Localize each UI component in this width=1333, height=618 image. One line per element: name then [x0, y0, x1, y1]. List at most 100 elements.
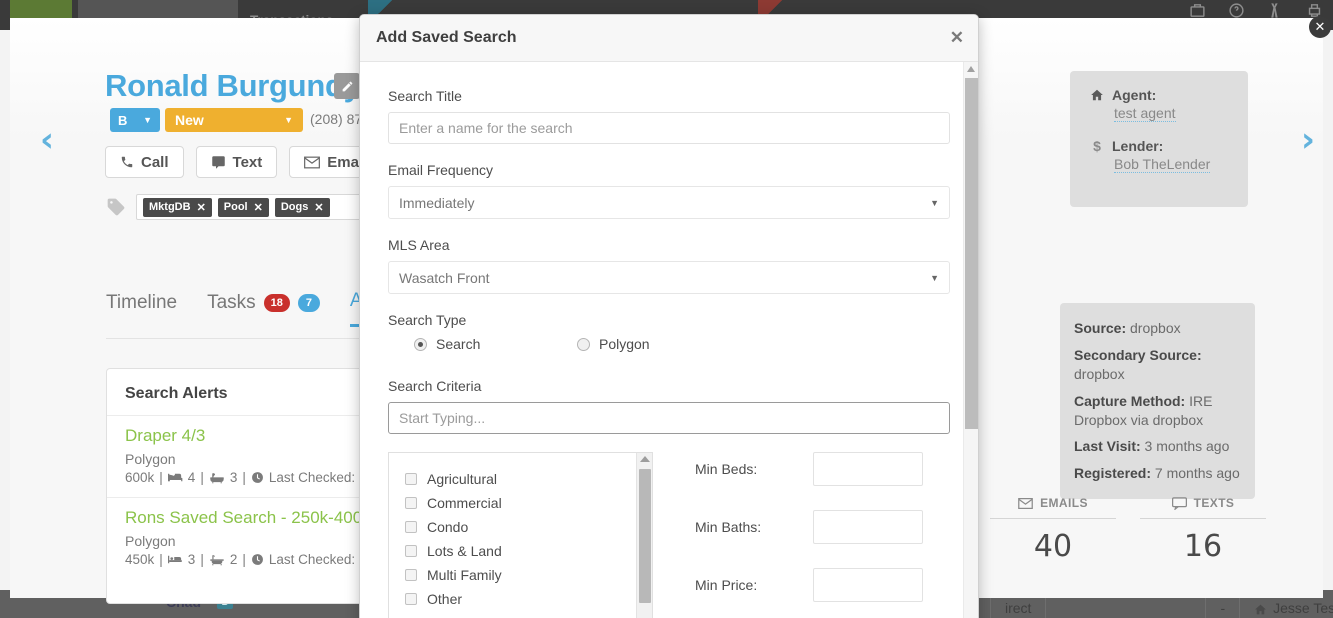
- checkbox-row-agricultural[interactable]: Agricultural: [389, 467, 652, 491]
- modal-body: Search Title Enter a name for the search…: [360, 62, 978, 618]
- email-frequency-select[interactable]: Immediately ▼: [388, 186, 950, 219]
- home-icon: [1255, 604, 1267, 615]
- close-icon[interactable]: ✕: [197, 201, 206, 214]
- radio-icon[interactable]: [577, 337, 590, 351]
- checkbox-icon[interactable]: [405, 593, 417, 605]
- modal-scrollbar[interactable]: [963, 62, 978, 618]
- tasks-overdue-badge: 18: [263, 293, 290, 312]
- tag-chip[interactable]: MktgDB ✕: [143, 197, 212, 217]
- scrollbar-thumb[interactable]: [965, 78, 978, 429]
- app-screen: Transactions Marketing▼ Website▼ Perform…: [0, 0, 1333, 618]
- engagement-stats: EMAILS 40 TEXTS 16: [978, 496, 1278, 564]
- checkbox-label: Agricultural: [427, 471, 498, 487]
- min-baths-input[interactable]: [813, 510, 923, 544]
- alert-beds: 4: [187, 470, 196, 485]
- radio-option-polygon[interactable]: Polygon: [577, 336, 650, 352]
- stat-header: EMAILS: [990, 496, 1116, 519]
- source-line: Source: dropbox: [1060, 315, 1255, 342]
- checkbox-icon[interactable]: [405, 545, 417, 557]
- search-criteria-label: Search Criteria: [388, 378, 482, 394]
- modal-header: Add Saved Search ✕: [360, 15, 978, 62]
- scroll-up-arrow-icon[interactable]: [640, 456, 650, 462]
- checkbox-icon[interactable]: [405, 473, 417, 485]
- scroll-up-arrow-icon[interactable]: [967, 66, 975, 72]
- tab-label: Tasks: [207, 291, 256, 313]
- checkbox-row-multi-family[interactable]: Multi Family: [389, 563, 652, 587]
- checkbox-icon[interactable]: [405, 497, 417, 509]
- checkbox-label: Other: [427, 591, 463, 607]
- chat-icon: [211, 155, 225, 169]
- stat-label: TEXTS: [1193, 496, 1235, 510]
- close-icon[interactable]: ✕: [254, 201, 263, 214]
- tab-label: Timeline: [106, 291, 178, 313]
- search-title-input[interactable]: Enter a name for the search: [388, 112, 950, 144]
- source-info-box: Source: dropbox Secondary Source: dropbo…: [1060, 303, 1255, 500]
- global-close-button[interactable]: ✕: [1309, 16, 1331, 38]
- close-icon[interactable]: ✕: [950, 29, 964, 46]
- agent-value[interactable]: test agent: [1114, 105, 1176, 122]
- radio-icon[interactable]: [414, 337, 427, 351]
- min-price-row: Min Price:: [695, 568, 950, 602]
- source-label: Capture Method:: [1074, 392, 1186, 409]
- tag-label: Pool: [223, 201, 248, 213]
- top-nav-icons: [1189, 2, 1323, 19]
- lender-label: Lender:: [1112, 138, 1164, 154]
- clock-icon: [251, 472, 263, 483]
- source-label: Last Visit:: [1074, 438, 1141, 455]
- help-circle-icon[interactable]: [1228, 2, 1245, 19]
- tab-timeline[interactable]: Timeline: [106, 292, 177, 326]
- contact-action-buttons: Call Text Email: [105, 146, 383, 178]
- contact-grade-dropdown[interactable]: B ▼: [110, 108, 160, 132]
- scrollbar-thumb[interactable]: [639, 469, 651, 603]
- checkbox-row-condo[interactable]: Condo: [389, 515, 652, 539]
- chevron-down-icon: ▼: [930, 272, 939, 283]
- stat-label: EMAILS: [1040, 496, 1088, 510]
- numeric-filters: Min Beds: Min Baths: Min Price: Max Pric…: [695, 452, 950, 618]
- min-price-input[interactable]: [813, 568, 923, 602]
- criteria-grid: Agricultural Commercial Condo Lots & Lan…: [388, 452, 950, 618]
- tag-chip[interactable]: Pool ✕: [217, 197, 269, 217]
- min-beds-input[interactable]: [813, 452, 923, 486]
- mls-area-label: MLS Area: [388, 237, 450, 253]
- footer-agent-name: Jesse Test: [1273, 600, 1333, 616]
- radio-option-search[interactable]: Search: [414, 336, 577, 352]
- tag-label: Dogs: [280, 201, 309, 213]
- previous-contact-button[interactable]: ‹: [40, 123, 54, 157]
- checkbox-icon[interactable]: [405, 521, 417, 533]
- email-frequency-label: Email Frequency: [388, 162, 494, 178]
- search-criteria-input[interactable]: Start Typing...: [388, 402, 950, 434]
- stat-value: 16: [1183, 529, 1223, 564]
- source-value: 7 months ago: [1154, 465, 1240, 482]
- checkbox-row-lots-and-land[interactable]: Lots & Land: [389, 539, 652, 563]
- source-label: Source:: [1074, 320, 1127, 336]
- grade-value: B: [118, 112, 128, 128]
- checkbox-label: Condo: [427, 519, 469, 535]
- agent-row: Agent: test agent: [1070, 87, 1248, 138]
- tag-chip[interactable]: Dogs ✕: [274, 197, 330, 217]
- pencil-icon: [342, 81, 352, 91]
- tools-icon[interactable]: [1267, 2, 1284, 19]
- checkbox-icon[interactable]: [405, 569, 417, 581]
- contact-status-dropdown[interactable]: New ▼: [165, 108, 303, 132]
- mls-area-select[interactable]: Wasatch Front ▼: [388, 261, 950, 294]
- call-button[interactable]: Call: [105, 146, 184, 178]
- alert-beds: 3: [187, 552, 196, 567]
- edit-contact-button[interactable]: [334, 73, 360, 99]
- min-baths-row: Min Baths:: [695, 510, 950, 544]
- next-contact-button[interactable]: ›: [1301, 123, 1315, 157]
- bed-icon: [167, 473, 183, 482]
- agent-label: Agent:: [1112, 87, 1157, 103]
- property-types-scrollbar[interactable]: [636, 453, 652, 618]
- agent-lender-box: Agent: test agent $ Lender: Bob TheLende…: [1070, 71, 1248, 207]
- briefcase-icon[interactable]: [1189, 2, 1206, 19]
- checkbox-row-commercial[interactable]: Commercial: [389, 491, 652, 515]
- close-icon[interactable]: ✕: [314, 201, 323, 214]
- text-button[interactable]: Text: [195, 146, 278, 178]
- status-value: New: [175, 112, 204, 128]
- tab-tasks[interactable]: Tasks 18 7: [207, 292, 320, 326]
- lender-value[interactable]: Bob TheLender: [1114, 156, 1211, 173]
- checkbox-row-other[interactable]: Other: [389, 587, 652, 611]
- stat-header: TEXTS: [1140, 496, 1266, 519]
- content-tabs: Timeline Tasks 18 7 A: [106, 290, 363, 327]
- alert-baths: 2: [229, 552, 238, 567]
